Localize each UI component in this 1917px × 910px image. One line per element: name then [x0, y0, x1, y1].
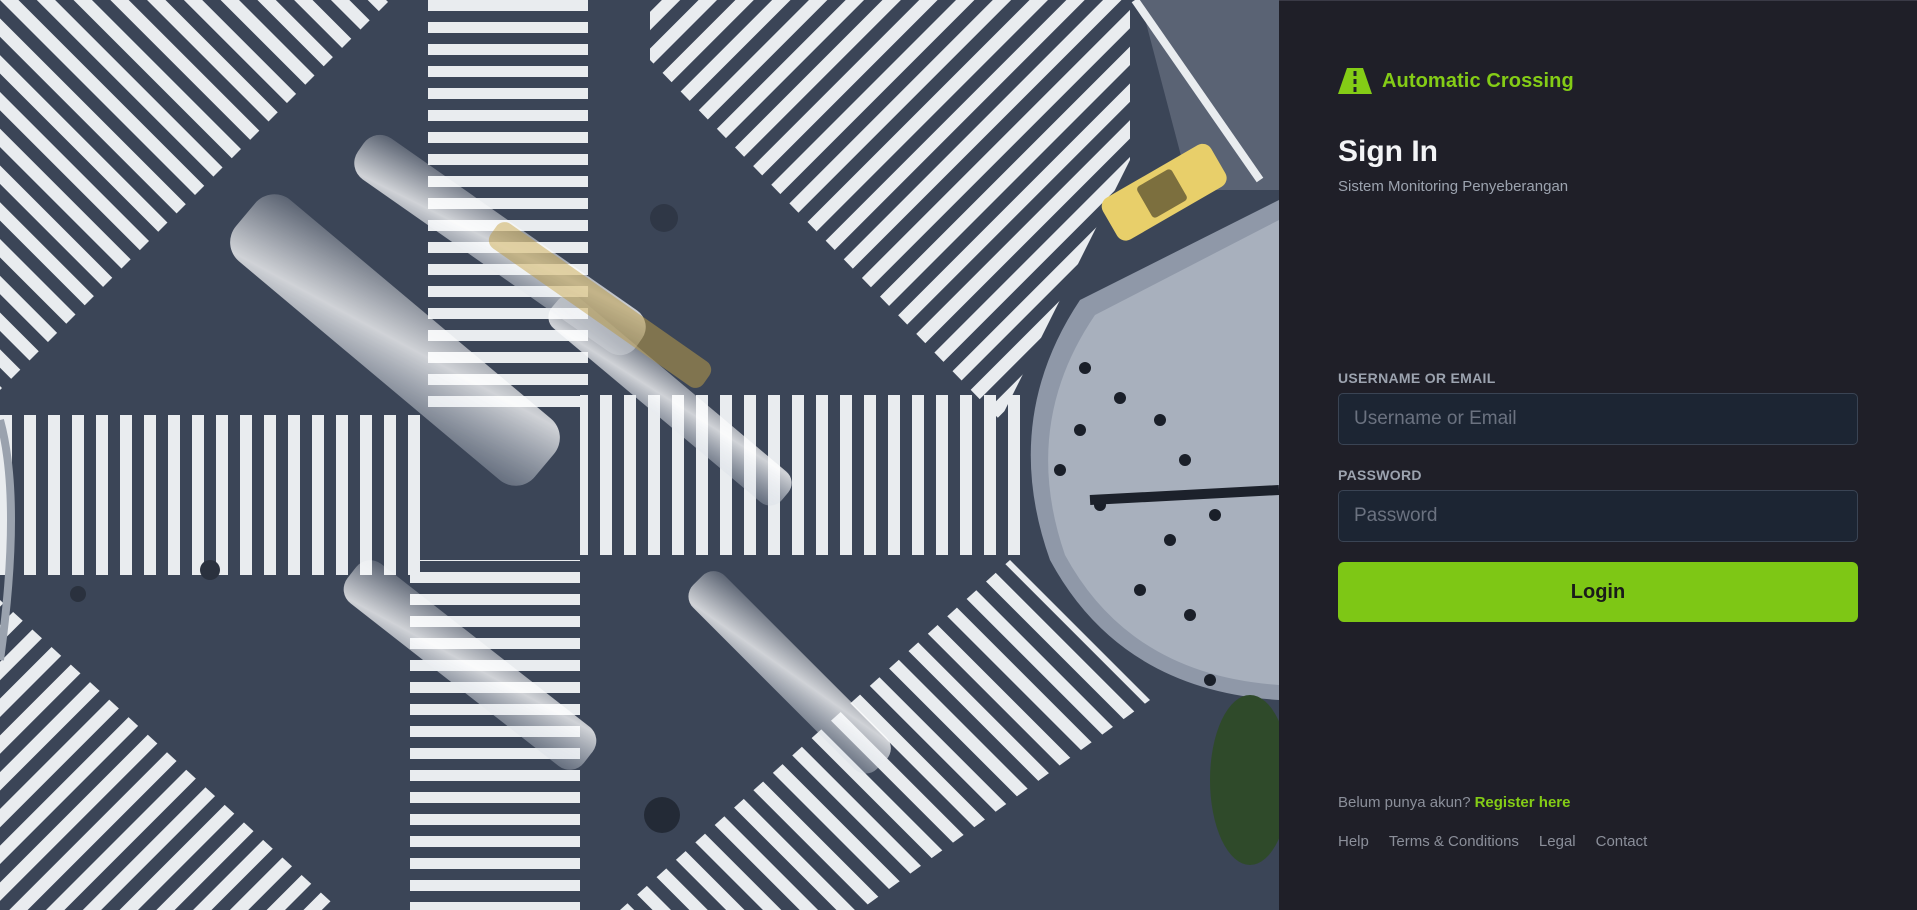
- page-subtitle: Sistem Monitoring Penyeberangan: [1338, 178, 1569, 195]
- footer-nav: Help Terms & Conditions Legal Contact: [1338, 833, 1647, 850]
- register-prompt-text: Belum punya akun?: [1338, 794, 1471, 811]
- brand[interactable]: Automatic Crossing: [1338, 68, 1574, 94]
- login-button[interactable]: Login: [1338, 562, 1858, 622]
- footer-link-terms[interactable]: Terms & Conditions: [1389, 833, 1519, 850]
- road-icon: [1338, 68, 1372, 94]
- password-input[interactable]: [1338, 490, 1858, 542]
- page-title: Sign In: [1338, 135, 1438, 168]
- footer-link-legal[interactable]: Legal: [1539, 833, 1576, 850]
- username-input[interactable]: [1338, 393, 1858, 445]
- crosswalk-aerial-image: [0, 0, 1279, 910]
- footer-link-contact[interactable]: Contact: [1596, 833, 1648, 850]
- username-label: USERNAME OR EMAIL: [1338, 370, 1496, 386]
- crosswalk-illustration: [0, 0, 1279, 910]
- register-prompt: Belum punya akun? Register here: [1338, 794, 1570, 811]
- footer-link-help[interactable]: Help: [1338, 833, 1369, 850]
- signin-panel: Automatic Crossing Sign In Sistem Monito…: [1279, 0, 1917, 910]
- login-page: Automatic Crossing Sign In Sistem Monito…: [0, 0, 1917, 910]
- register-link[interactable]: Register here: [1475, 794, 1571, 811]
- password-label: PASSWORD: [1338, 467, 1422, 483]
- brand-name: Automatic Crossing: [1382, 69, 1574, 92]
